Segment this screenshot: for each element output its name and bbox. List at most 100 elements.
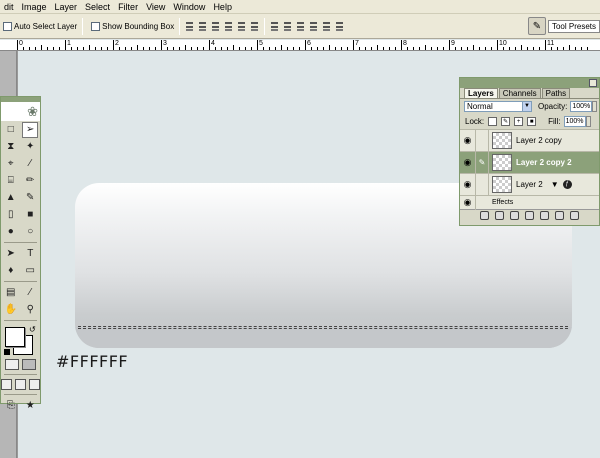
menu-window[interactable]: Window [169, 0, 209, 14]
align-bottom-icon[interactable] [211, 21, 220, 32]
link-layers-icon[interactable] [480, 211, 489, 220]
slice-tool-icon[interactable]: ∕ [22, 156, 38, 172]
blur-tool-icon[interactable]: ● [3, 224, 19, 240]
layer-effects-icon[interactable]: ƒ [562, 180, 572, 189]
history-brush-tool-icon[interactable]: ✎ [22, 190, 38, 206]
trash-icon[interactable] [570, 211, 579, 220]
fill-input[interactable]: 100% [563, 116, 586, 127]
chevron-down-icon[interactable]: ▼ [522, 102, 531, 111]
align-top-icon[interactable] [185, 21, 194, 32]
distribute-hcenter-icon[interactable] [322, 21, 331, 32]
brush-tool-icon[interactable]: ✏ [22, 173, 38, 189]
foreground-color-swatch[interactable] [5, 327, 25, 347]
distribute-right-icon[interactable] [335, 21, 344, 32]
new-layer-icon[interactable] [555, 211, 564, 220]
lock-transparency-icon[interactable] [488, 117, 498, 126]
blend-mode-select[interactable]: Normal ▼ [464, 101, 532, 112]
shape-tool-icon[interactable]: ▭ [22, 263, 38, 279]
lasso-tool-icon[interactable]: ⧗ [3, 139, 19, 155]
lock-pixels-icon[interactable]: ✎ [501, 117, 511, 126]
layer-row-selected[interactable]: ◉ ✎ Layer 2 copy 2 [460, 151, 599, 174]
ruler-minor-tick [53, 47, 54, 50]
align-hcenter-icon[interactable] [237, 21, 246, 32]
fill-arrow-icon[interactable] [585, 116, 591, 127]
distribute-bottom-icon[interactable] [296, 21, 305, 32]
visibility-eye-icon[interactable]: ◉ [460, 151, 476, 174]
menu-image[interactable]: Image [18, 0, 51, 14]
jump-to-imageready-icon[interactable]: ⎘ [3, 398, 19, 414]
swap-colors-icon[interactable]: ↺ [29, 325, 36, 334]
visibility-eye-icon[interactable]: ◉ [460, 195, 476, 210]
new-adjustment-layer-icon[interactable] [540, 211, 549, 220]
screen-mode-standard-button[interactable] [1, 379, 12, 390]
ruler-minor-tick [275, 47, 276, 50]
ruler-minor-tick [77, 47, 78, 50]
ruler-minor-tick [323, 47, 324, 50]
gradient-tool-icon[interactable]: ■ [22, 207, 38, 223]
feather-logo-icon[interactable]: ❀ [1, 102, 40, 121]
clone-stamp-tool-icon[interactable]: ▲ [3, 190, 19, 206]
screen-mode-menubar-button[interactable] [15, 379, 26, 390]
tool-presets-tab[interactable]: Tool Presets [547, 19, 600, 33]
tab-layers[interactable]: Layers [464, 88, 498, 98]
tool-presets-brush-icon[interactable]: ✎ [527, 17, 546, 35]
add-mask-icon[interactable] [510, 211, 519, 220]
zoom-tool-icon[interactable]: ⚲ [22, 302, 38, 318]
tab-channels[interactable]: Channels [498, 88, 541, 98]
type-tool-icon[interactable]: T [22, 246, 38, 262]
menu-edit[interactable]: dit [0, 0, 18, 14]
opacity-input[interactable]: 100% [570, 101, 593, 112]
add-layer-style-icon[interactable] [495, 211, 504, 220]
auto-select-layer-checkbox[interactable]: Auto Select Layer [3, 21, 77, 31]
menu-layer[interactable]: Layer [51, 0, 82, 14]
layer-link-cell[interactable] [476, 173, 489, 196]
pen-tool-icon[interactable]: ♦ [3, 263, 19, 279]
new-group-icon[interactable] [525, 211, 534, 220]
align-left-icon[interactable] [224, 21, 233, 32]
effects-row[interactable]: ◉ Effects [460, 195, 599, 210]
move-tool-icon[interactable]: ➢ [22, 121, 39, 138]
lock-all-icon[interactable]: ■ [527, 117, 537, 126]
visibility-eye-icon[interactable]: ◉ [460, 173, 476, 196]
menu-filter[interactable]: Filter [114, 0, 142, 14]
screen-mode-full-button[interactable] [29, 379, 40, 390]
menu-select[interactable]: Select [81, 0, 114, 14]
ruler-major-tick [209, 40, 210, 50]
opacity-arrow-icon[interactable] [592, 101, 598, 112]
distribute-top-icon[interactable] [270, 21, 279, 32]
quick-mask-mode-button[interactable] [22, 359, 36, 370]
show-bounding-box-checkbox[interactable]: Show Bounding Box [91, 21, 174, 31]
eyedropper-tool-icon[interactable]: ⁄ [22, 285, 38, 301]
dodge-tool-icon[interactable]: ○ [22, 224, 38, 240]
distribute-left-icon[interactable] [309, 21, 318, 32]
ruler-minor-tick [29, 47, 30, 50]
imageready-icon[interactable]: ★ [22, 398, 38, 414]
menu-help[interactable]: Help [209, 0, 236, 14]
standard-mode-button[interactable] [5, 359, 19, 370]
crop-tool-icon[interactable]: ⌖ [3, 156, 19, 172]
panel-minimize-button[interactable] [589, 79, 597, 87]
menu-view[interactable]: View [142, 0, 169, 14]
default-colors-icon[interactable] [4, 349, 10, 355]
checkbox-box[interactable] [91, 21, 101, 31]
hand-tool-icon[interactable]: ✋ [3, 302, 19, 318]
lock-position-icon[interactable]: + [514, 117, 524, 126]
healing-brush-tool-icon[interactable]: ⌸ [3, 173, 19, 189]
visibility-eye-icon[interactable]: ◉ [460, 129, 476, 152]
eraser-tool-icon[interactable]: ▯ [3, 207, 19, 223]
distribute-vcenter-icon[interactable] [283, 21, 292, 32]
marquee-tool-icon[interactable]: □ [3, 122, 19, 138]
path-selection-tool-icon[interactable]: ➤ [3, 246, 19, 262]
tab-paths[interactable]: Paths [541, 88, 571, 98]
layers-panel-titlebar[interactable] [460, 78, 599, 88]
layer-row[interactable]: ◉ Layer 2 copy [460, 129, 599, 152]
effects-expand-triangle-icon[interactable]: ▼ [551, 180, 559, 189]
notes-tool-icon[interactable]: ▤ [3, 285, 19, 301]
layer-row[interactable]: ◉ Layer 2 ▼ ƒ [460, 173, 599, 196]
align-right-icon[interactable] [250, 21, 259, 32]
brush-edit-icon[interactable]: ✎ [476, 151, 489, 174]
align-vcenter-icon[interactable] [198, 21, 207, 32]
layer-link-cell[interactable] [476, 129, 489, 152]
checkbox-box[interactable] [3, 21, 12, 31]
magic-wand-tool-icon[interactable]: ✦ [22, 139, 38, 155]
